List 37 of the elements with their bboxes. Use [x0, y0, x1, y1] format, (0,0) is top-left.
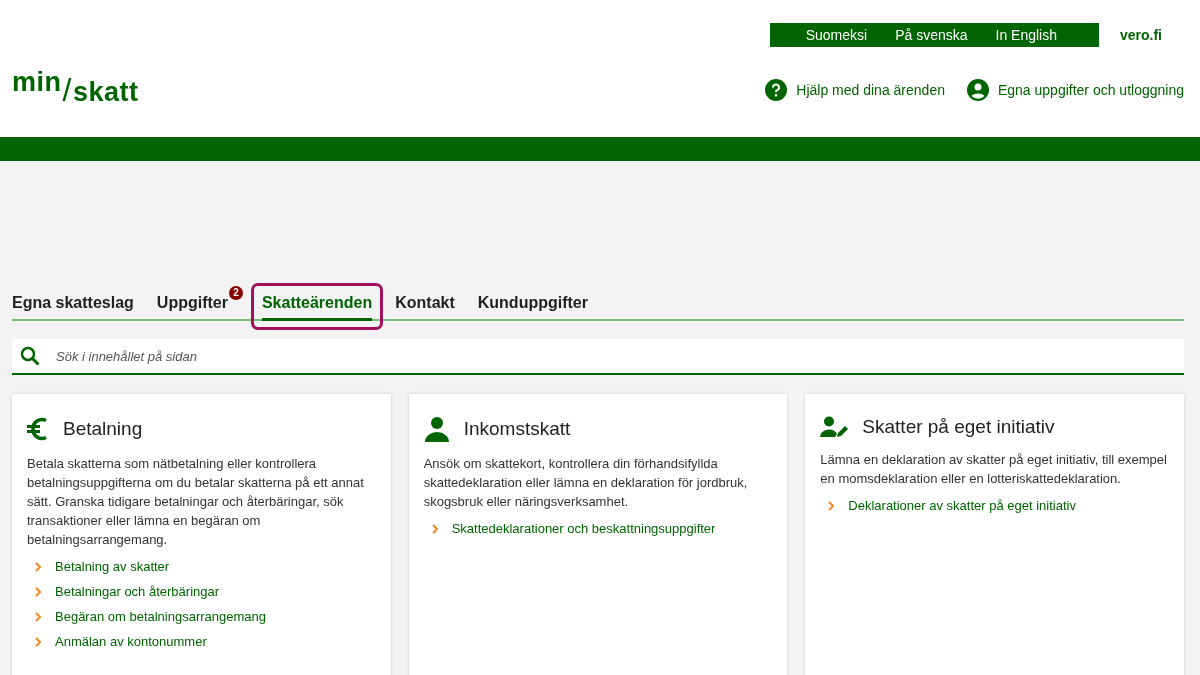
tab[interactable]: Kunduppgifter — [477, 294, 588, 321]
search-input[interactable]: Sök i innehållet på sidan — [54, 347, 1176, 365]
language-link[interactable]: På svenska — [881, 27, 982, 43]
chevron-icon — [35, 586, 41, 597]
person-edit-icon — [820, 416, 849, 438]
chevron-icon — [35, 636, 41, 647]
account-link[interactable]: Egna uppgifter och utloggning — [966, 79, 1184, 101]
chevron-icon — [431, 523, 438, 534]
card-link[interactable]: Anmälan av kontonummer — [35, 634, 207, 649]
card-link[interactable]: Skattedeklarationer och beskattningsuppgifter — [431, 521, 716, 536]
tab[interactable]: Egna skatteslag — [12, 294, 134, 321]
chevron-icon — [35, 611, 41, 622]
tab[interactable]: Kontakt — [395, 294, 455, 321]
euro-icon — [27, 416, 49, 442]
user-icon — [966, 79, 989, 101]
help-link[interactable]: Hjälp med dina ärenden — [765, 79, 945, 101]
search-field[interactable]: Sök i innehållet på sidan — [12, 339, 1184, 375]
help-icon — [765, 79, 788, 101]
card-title: Skatter på eget initiativ — [862, 416, 1055, 438]
site-link[interactable]: vero.fi — [1120, 27, 1162, 43]
card-description: Ansök om skattekort, kontrollera din förhandsifyllda skattedeklaration eller lämna en deklaration för jordbruk, skogsbruk eller näringsverksamhet. — [423, 455, 749, 511]
count-badge: 2 — [228, 286, 243, 300]
card-description: Lämna en deklaration av skatter på eget initiativ, till exempel en momsdeklaration eller en lotteriskattedeklaration. — [820, 451, 1168, 488]
card-link[interactable]: Deklarationer av skatter på eget initiativ — [828, 498, 1076, 513]
card-title: Inkomstskatt — [463, 418, 571, 440]
person-icon — [423, 416, 450, 442]
tab[interactable]: Skatteärenden — [261, 294, 373, 321]
chevron-icon — [35, 561, 41, 572]
chevron-icon — [828, 500, 835, 511]
search-icon — [20, 346, 40, 366]
card-title: Betalning — [63, 418, 143, 440]
card-link[interactable]: Betalningar och återbäringar — [35, 584, 220, 599]
card-description: Betala skatterna som nätbetalning eller kontrollera betalningsuppgifterna om du betalar skatterna på ett annat sätt. Granska tidigare betalningar och återbäringar, sök transaktioner eller lämna en begäran om betalningsarrangemang. — [27, 455, 365, 549]
card-link[interactable]: Begäran om betalningsarrangemang — [35, 609, 267, 624]
language-link[interactable]: In English — [981, 27, 1071, 43]
language-link[interactable]: Suomeksi — [791, 27, 882, 43]
card-link[interactable]: Betalning av skatter — [35, 559, 170, 574]
